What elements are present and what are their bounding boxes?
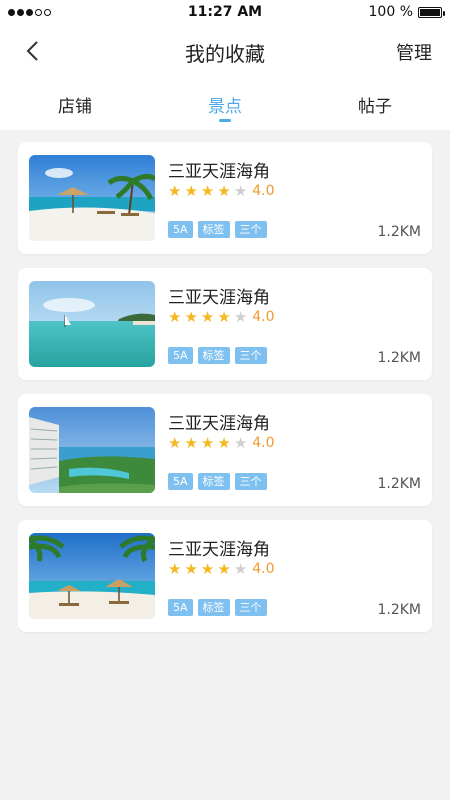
distance: 1.2KM [377, 602, 421, 618]
attraction-image [29, 155, 155, 241]
attraction-title: 三亚天涯海角 [168, 414, 270, 434]
star-icon: ★ [168, 182, 182, 200]
star-icon: ★ [184, 182, 198, 200]
star-icon: ★ [200, 182, 215, 200]
attraction-image [29, 407, 155, 493]
star-icon: ★ [217, 182, 231, 200]
nav-bar: 我的收藏 管理 [0, 24, 450, 78]
star-icon: ★ [168, 434, 182, 452]
tab-posts[interactable]: 帖子 [300, 78, 450, 130]
tag-list: 5A 标签 三个 [168, 347, 267, 364]
star-empty-icon: ★ [233, 182, 248, 200]
star-icon: ★ [217, 434, 231, 452]
list-item[interactable]: 三亚天涯海角 ★ ★ ★ ★ ★ 4.0 5A 标签 三个 1.2KM [18, 394, 432, 506]
tag: 标签 [197, 473, 230, 490]
tag: 三个 [234, 347, 267, 364]
star-icon: ★ [184, 560, 198, 578]
distance: 1.2KM [377, 224, 421, 240]
star-icon: ★ [200, 434, 215, 452]
tag: 三个 [234, 221, 267, 238]
list-item[interactable]: 三亚天涯海角 ★ ★ ★ ★ ★ 4.0 5A 标签 三个 1.2KM [18, 142, 432, 254]
rating: ★ ★ ★ ★ ★ 4.0 [168, 182, 275, 200]
attraction-title: 三亚天涯海角 [168, 162, 270, 182]
star-icon: ★ [168, 308, 182, 326]
rating: ★ ★ ★ ★ ★ 4.0 [168, 560, 275, 578]
tag: 标签 [197, 347, 230, 364]
tag: 标签 [197, 599, 230, 616]
battery-icon [418, 6, 445, 18]
rating-value: 4.0 [252, 435, 275, 451]
tab-bar: 店铺 景点 帖子 [0, 78, 450, 130]
tag: 三个 [234, 599, 267, 616]
rating-value: 4.0 [252, 183, 275, 199]
status-bar: 11:27 AM 100 % [0, 0, 450, 24]
star-empty-icon: ★ [233, 308, 248, 326]
tag: 标签 [197, 221, 230, 238]
tag-list: 5A 标签 三个 [168, 221, 267, 238]
star-icon: ★ [200, 308, 215, 326]
tag: 5A [168, 599, 193, 616]
rating: ★ ★ ★ ★ ★ 4.0 [168, 308, 275, 326]
rating-value: 4.0 [252, 309, 275, 325]
star-empty-icon: ★ [233, 434, 248, 452]
active-tab-indicator [219, 119, 231, 122]
battery-percent: 100 % [368, 4, 413, 20]
distance: 1.2KM [377, 350, 421, 366]
star-icon: ★ [168, 560, 182, 578]
tag: 三个 [234, 473, 267, 490]
tag: 5A [168, 347, 193, 364]
star-empty-icon: ★ [233, 560, 248, 578]
tag-list: 5A 标签 三个 [168, 473, 267, 490]
tab-shops[interactable]: 店铺 [0, 78, 150, 130]
list-item[interactable]: 三亚天涯海角 ★ ★ ★ ★ ★ 4.0 5A 标签 三个 1.2KM [18, 268, 432, 380]
tab-attractions[interactable]: 景点 [150, 78, 300, 130]
list-item[interactable]: 三亚天涯海角 ★ ★ ★ ★ ★ 4.0 5A 标签 三个 1.2KM [18, 520, 432, 632]
attraction-image [29, 533, 155, 619]
rating-value: 4.0 [252, 561, 275, 577]
star-icon: ★ [184, 434, 198, 452]
star-icon: ★ [217, 308, 231, 326]
attraction-title: 三亚天涯海角 [168, 288, 270, 308]
rating: ★ ★ ★ ★ ★ 4.0 [168, 434, 275, 452]
tag-list: 5A 标签 三个 [168, 599, 267, 616]
tag: 5A [168, 473, 193, 490]
attraction-image [29, 281, 155, 367]
manage-button[interactable]: 管理 [396, 39, 432, 65]
page-title: 我的收藏 [185, 42, 265, 66]
star-icon: ★ [184, 308, 198, 326]
star-icon: ★ [217, 560, 231, 578]
tag: 5A [168, 221, 193, 238]
attraction-title: 三亚天涯海角 [168, 540, 270, 560]
favorites-list: 三亚天涯海角 ★ ★ ★ ★ ★ 4.0 5A 标签 三个 1.2KM 三亚天涯… [18, 142, 432, 646]
distance: 1.2KM [377, 476, 421, 492]
star-icon: ★ [200, 560, 215, 578]
signal-icon [8, 8, 51, 16]
